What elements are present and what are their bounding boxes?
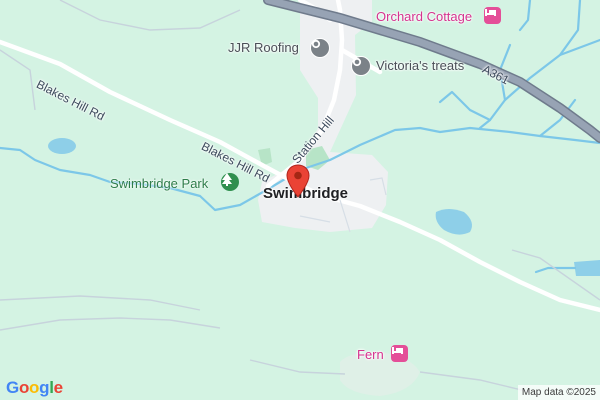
logo-letter: g <box>39 378 50 397</box>
tree-icon[interactable] <box>221 173 239 191</box>
map-canvas[interactable]: Blakes Hill Rd Blakes Hill Rd Station Hi… <box>0 0 600 400</box>
poi-label-swimbridge-park[interactable]: Swimbridge Park <box>110 177 208 190</box>
lake <box>48 138 76 154</box>
generic-poi-icon[interactable] <box>310 38 330 58</box>
poi-label-fern[interactable]: Fern <box>357 348 384 361</box>
bed-symbol <box>485 9 496 16</box>
stream <box>558 0 582 57</box>
logo-letter: o <box>29 378 40 397</box>
minor-road <box>0 49 36 111</box>
logo-letter: G <box>6 378 19 397</box>
bed-icon[interactable] <box>391 345 408 362</box>
lake <box>435 209 472 235</box>
poi-label-victorias-treats[interactable]: Victoria's treats <box>376 59 464 72</box>
poi-label-orchard-cottage[interactable]: Orchard Cottage <box>376 10 472 23</box>
google-logo[interactable]: Google <box>6 378 63 398</box>
poi-label-jjr-roofing[interactable]: JJR Roofing <box>228 41 299 54</box>
poi-symbol <box>352 57 362 67</box>
logo-letter: e <box>53 378 63 397</box>
map-attribution[interactable]: Map data ©2025 <box>517 385 600 400</box>
stream <box>438 90 492 122</box>
minor-road <box>0 317 221 331</box>
generic-poi-icon[interactable] <box>351 56 371 76</box>
minor-road <box>59 0 241 31</box>
minor-road <box>419 371 531 393</box>
pin-shape <box>286 164 310 198</box>
tree-symbol <box>222 173 232 186</box>
minor-road <box>249 359 346 375</box>
minor-road <box>0 295 201 311</box>
stream <box>518 0 532 32</box>
bed-symbol <box>392 347 403 354</box>
lake <box>574 260 600 276</box>
logo-letter: o <box>18 378 30 397</box>
bed-icon[interactable] <box>484 7 501 24</box>
poi-symbol <box>311 39 321 49</box>
